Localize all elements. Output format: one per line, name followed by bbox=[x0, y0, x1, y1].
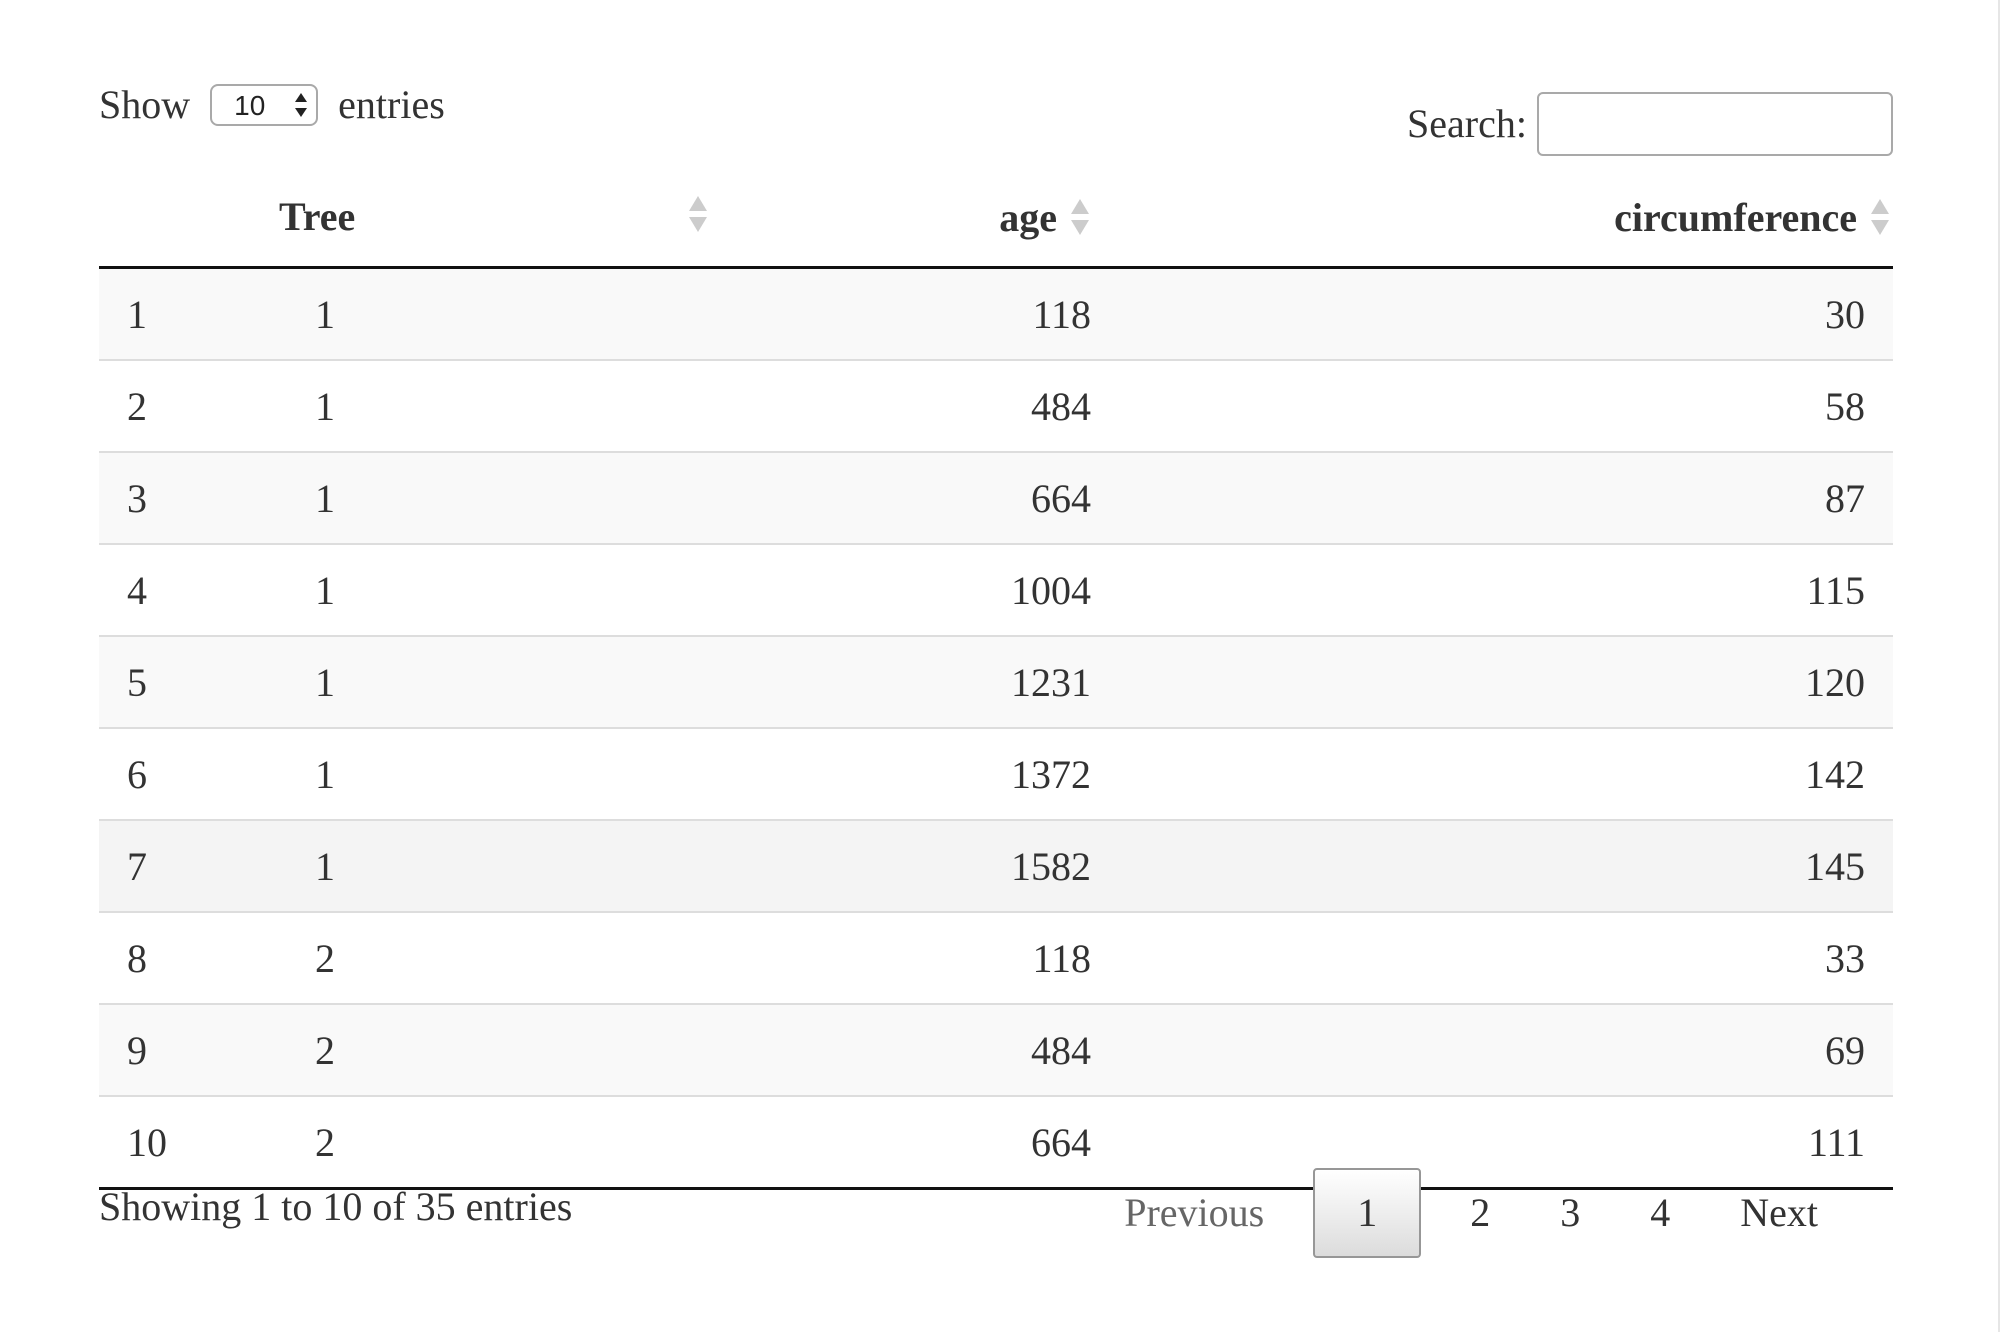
tree-cell: 1 bbox=[315, 727, 721, 820]
column-header-index bbox=[99, 168, 315, 269]
row-index-cell: 9 bbox=[99, 1003, 315, 1096]
page-button-2[interactable]: 2 bbox=[1435, 1168, 1525, 1258]
row-index-cell: 8 bbox=[99, 911, 315, 1004]
tree-cell: 1 bbox=[315, 635, 721, 728]
entries-length-control: Show 10 entries bbox=[99, 80, 445, 130]
row-index-cell: 5 bbox=[99, 635, 315, 728]
table-row: 9 2 484 69 bbox=[99, 1003, 1893, 1096]
column-header-circumference[interactable]: circumference bbox=[1109, 168, 1893, 269]
circumference-cell: 33 bbox=[1109, 911, 1893, 1004]
table-row: 6 1 1372 142 bbox=[99, 727, 1893, 820]
page-button-4[interactable]: 4 bbox=[1615, 1168, 1705, 1258]
circumference-cell: 58 bbox=[1109, 359, 1893, 452]
tree-cell: 2 bbox=[315, 1003, 721, 1096]
age-cell: 118 bbox=[721, 267, 1109, 360]
data-table: age circumference 1 1 118 30 2 1 484 58 … bbox=[99, 168, 1893, 1190]
page-button-1[interactable]: 1 bbox=[1313, 1168, 1422, 1258]
row-index-cell: 7 bbox=[99, 819, 315, 912]
column-header-tree[interactable] bbox=[315, 168, 721, 269]
entries-length-select[interactable]: 10 bbox=[210, 83, 319, 126]
row-index-cell: 6 bbox=[99, 727, 315, 820]
search-control: Search: bbox=[1407, 80, 1893, 156]
entries-length-value: 10 bbox=[234, 89, 266, 121]
table-row: 8 2 118 33 bbox=[99, 911, 1893, 1004]
tree-cell: 1 bbox=[315, 451, 721, 544]
row-index-cell: 2 bbox=[99, 359, 315, 452]
age-cell: 664 bbox=[721, 451, 1109, 544]
row-index-cell: 3 bbox=[99, 451, 315, 544]
circumference-cell: 145 bbox=[1109, 819, 1893, 912]
tree-cell: 2 bbox=[315, 1095, 721, 1190]
column-header-circumference-label: circumference bbox=[1614, 194, 1857, 240]
circumference-cell: 142 bbox=[1109, 727, 1893, 820]
age-cell: 1582 bbox=[721, 819, 1109, 912]
tree-cell: 1 bbox=[315, 543, 721, 636]
sort-both-icon bbox=[1871, 199, 1889, 235]
tree-cell: 2 bbox=[315, 911, 721, 1004]
header-row: age circumference bbox=[99, 168, 1893, 269]
search-label: Search: bbox=[1407, 101, 1527, 146]
row-index-cell: 4 bbox=[99, 543, 315, 636]
sort-both-icon bbox=[1071, 199, 1089, 235]
age-cell: 1372 bbox=[721, 727, 1109, 820]
circumference-cell: 69 bbox=[1109, 1003, 1893, 1096]
circumference-cell: 87 bbox=[1109, 451, 1893, 544]
column-header-age-label: age bbox=[999, 194, 1057, 240]
age-cell: 664 bbox=[721, 1095, 1109, 1190]
age-cell: 484 bbox=[721, 359, 1109, 452]
row-index-cell: 10 bbox=[99, 1095, 315, 1190]
table-row: 2 1 484 58 bbox=[99, 359, 1893, 452]
tree-cell: 1 bbox=[315, 359, 721, 452]
length-suffix-label: entries bbox=[338, 82, 445, 127]
previous-page-button[interactable]: Previous bbox=[1089, 1168, 1299, 1258]
column-header-age[interactable]: age bbox=[721, 168, 1109, 269]
age-cell: 118 bbox=[721, 911, 1109, 1004]
row-index-cell: 1 bbox=[99, 267, 315, 360]
length-prefix-label: Show bbox=[99, 82, 191, 127]
table-row: 3 1 664 87 bbox=[99, 451, 1893, 544]
tree-cell: 1 bbox=[315, 819, 721, 912]
search-input[interactable] bbox=[1537, 92, 1893, 156]
select-updown-icon bbox=[295, 92, 308, 117]
tree-cell: 1 bbox=[315, 267, 721, 360]
circumference-cell: 30 bbox=[1109, 267, 1893, 360]
table-info: Showing 1 to 10 of 35 entries bbox=[99, 1184, 573, 1229]
circumference-cell: 115 bbox=[1109, 543, 1893, 636]
circumference-cell: 120 bbox=[1109, 635, 1893, 728]
pagination: Previous 1 2 3 4 Next bbox=[1089, 1168, 1853, 1258]
table-row: 7 1 1582 145 bbox=[99, 819, 1893, 912]
age-cell: 1231 bbox=[721, 635, 1109, 728]
page-button-3[interactable]: 3 bbox=[1525, 1168, 1615, 1258]
next-page-button[interactable]: Next bbox=[1705, 1168, 1853, 1258]
age-cell: 1004 bbox=[721, 543, 1109, 636]
table-row: 4 1 1004 115 bbox=[99, 543, 1893, 636]
age-cell: 484 bbox=[721, 1003, 1109, 1096]
table-row: 5 1 1231 120 bbox=[99, 635, 1893, 728]
table-row: 1 1 118 30 bbox=[99, 267, 1893, 360]
